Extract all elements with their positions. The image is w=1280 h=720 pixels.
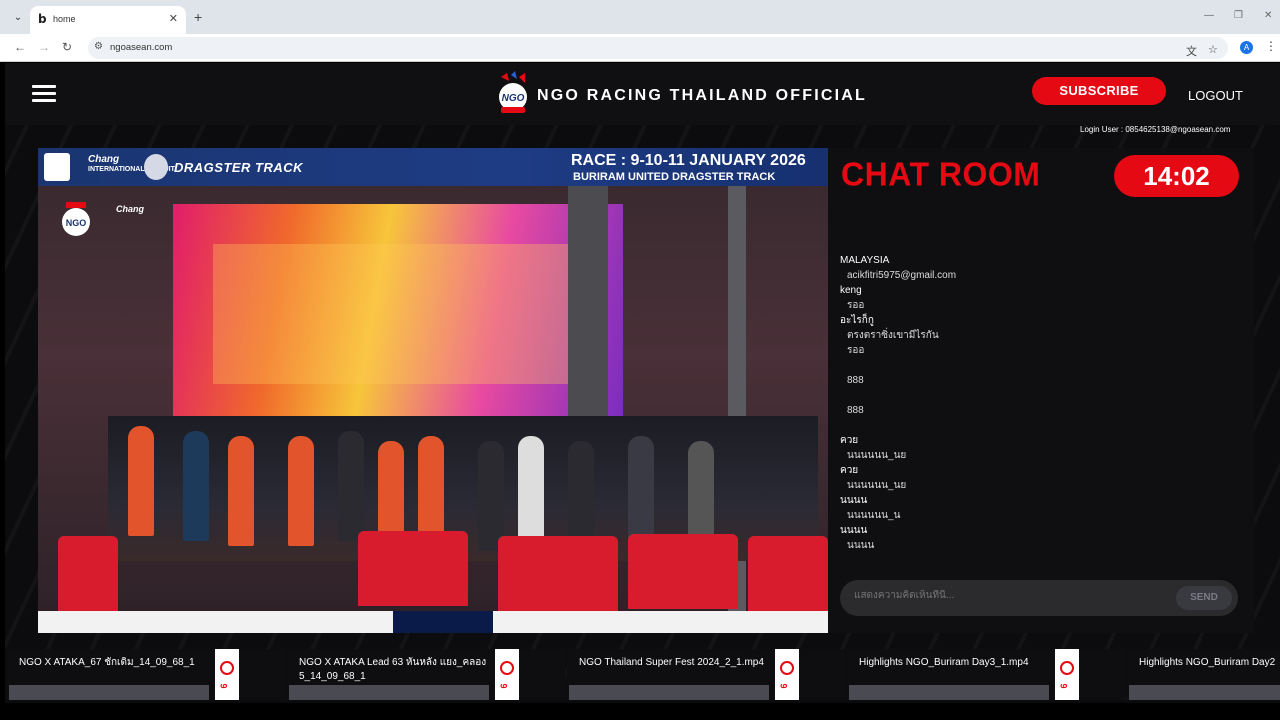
- subscribe-button[interactable]: SUBSCRIBE: [1032, 77, 1166, 105]
- video-frame: NGO Chang: [38, 186, 828, 611]
- video-card[interactable]: NGO X ATAKA Lead 63 หันหลัง แยง_คลอง 5_1…: [287, 649, 565, 700]
- site-header: NGO NGO RACING THAILAND OFFICIAL SUBSCRI…: [5, 63, 1280, 125]
- chat-username: [840, 358, 1240, 373]
- translate-icon[interactable]: 文: [1186, 43, 1197, 59]
- video-thumbnail: [289, 685, 489, 700]
- chat-message: นนนนนน_นย: [847, 480, 907, 491]
- chat-username: [840, 388, 1240, 403]
- chat-message: นนนน: [847, 540, 875, 551]
- minimize-icon[interactable]: —: [1204, 10, 1214, 21]
- alarm-clock-icon: [500, 661, 514, 675]
- chat-username: อะไรก็กู: [840, 315, 874, 326]
- video-card-title: Highlights NGO_Buriram Day3_1.mp4: [859, 657, 1029, 668]
- url-text: ngoasean.com: [110, 42, 173, 53]
- sponsor-bar: [38, 611, 828, 633]
- chat-username: [840, 418, 1240, 433]
- chat-message: 888: [847, 405, 864, 416]
- forward-arrow-icon[interactable]: →: [38, 40, 50, 54]
- profile-avatar[interactable]: A: [1240, 41, 1253, 54]
- video-card[interactable]: Highlights NGO_Buriram Day3_1.mp4 9: [847, 649, 1125, 700]
- new-tab-button[interactable]: +: [194, 9, 202, 25]
- chat-title: CHAT ROOM: [841, 155, 1041, 193]
- countdown-timer: 14:02: [1114, 155, 1239, 197]
- video-card-title: Highlights NGO_Buriram Day2: [1139, 657, 1276, 668]
- address-bar[interactable]: ⚙ ngoasean.com 文 ☆: [88, 37, 1228, 59]
- window-close-icon[interactable]: ✕: [1264, 10, 1272, 21]
- maximize-icon[interactable]: ❐: [1234, 10, 1243, 21]
- chat-message: ตรงตราซิ่งเขามีไรกัน: [847, 330, 939, 341]
- browser-menu-icon[interactable]: ⋮: [1265, 39, 1277, 53]
- chat-username: keng: [840, 285, 862, 296]
- chat-comment-input[interactable]: [854, 590, 1154, 601]
- bookmark-star-icon[interactable]: ☆: [1208, 43, 1218, 56]
- favicon-icon: b: [38, 12, 47, 26]
- back-arrow-icon[interactable]: ←: [14, 40, 26, 54]
- chat-message: นนนนนน_น: [847, 510, 901, 521]
- video-thumbnail: [1129, 685, 1280, 700]
- video-card[interactable]: Highlights NGO_Buriram Day2: [1127, 649, 1280, 700]
- chat-message: รออ: [847, 345, 865, 356]
- video-card-title: NGO X ATAKA_67 ชักเดิม_14_09_68_1: [19, 657, 195, 668]
- chat-message: acikfitri5975@gmail.com: [847, 270, 957, 281]
- send-button[interactable]: SEND: [1176, 586, 1232, 610]
- tab-title: home: [53, 14, 76, 24]
- ngo-logo[interactable]: NGO: [495, 71, 531, 117]
- video-thumbnail: [569, 685, 769, 700]
- card-side-tab: 9: [495, 649, 519, 700]
- chat-room-panel: CHAT ROOM 14:02 MALAYSIA acikfitri5975@g…: [828, 148, 1254, 633]
- chat-username: นนนน: [840, 525, 868, 536]
- site-info-icon[interactable]: ⚙: [94, 41, 103, 52]
- card-side-tab: 9: [215, 649, 239, 700]
- chat-input-box: SEND: [840, 580, 1238, 616]
- led-screen: [173, 204, 623, 419]
- card-side-tab: 9: [1055, 649, 1079, 700]
- screen-bottom-edge: [0, 703, 1280, 720]
- alarm-clock-icon: [220, 661, 234, 675]
- site-title: NGO RACING THAILAND OFFICIAL: [537, 87, 868, 104]
- video-thumbnail: [9, 685, 209, 700]
- circuit-logo: [44, 153, 70, 181]
- video-card[interactable]: NGO Thailand Super Fest 2024_2_1.mp4 9: [567, 649, 845, 700]
- chat-message-list: MALAYSIA acikfitri5975@gmail.com keng รอ…: [840, 253, 1240, 553]
- browser-tab-home[interactable]: b home ✕: [30, 6, 186, 34]
- logout-link[interactable]: LOGOUT: [1188, 88, 1243, 103]
- svg-text:NGO: NGO: [66, 218, 87, 228]
- alarm-clock-icon: [1060, 661, 1074, 675]
- browser-toolbar: ← → ↻ ⚙ ngoasean.com 文 ☆ A ⋮: [0, 34, 1280, 62]
- hamburger-menu-icon[interactable]: [32, 85, 56, 103]
- chat-username: ควย: [840, 465, 859, 476]
- video-thumbnail: [849, 685, 1049, 700]
- chat-username: ควย: [840, 435, 859, 446]
- chat-message: รออ: [847, 300, 865, 311]
- race-subtitle: BURIRAM UNITED DRAGSTER TRACK: [573, 171, 776, 183]
- video-carousel: NGO X ATAKA_67 ชักเดิม_14_09_68_1 9 NGO …: [5, 646, 1280, 703]
- tab-search-chevron-icon[interactable]: ⌄: [10, 10, 26, 26]
- video-overlay-brand: Chang: [116, 204, 144, 214]
- race-title: RACE : 9-10-11 JANUARY 2026: [571, 152, 806, 169]
- chat-message: 888: [847, 375, 864, 386]
- chat-message: นนนนนน_นย: [847, 450, 907, 461]
- login-user-info: Login User : 0854625138@ngoasean.com: [1080, 125, 1231, 134]
- video-card[interactable]: NGO X ATAKA_67 ชักเดิม_14_09_68_1 9: [7, 649, 285, 700]
- svg-text:NGO: NGO: [502, 93, 525, 104]
- video-watermark-logo: NGO: [62, 202, 90, 236]
- reload-icon[interactable]: ↻: [62, 40, 72, 54]
- video-card-title: NGO Thailand Super Fest 2024_2_1.mp4: [579, 657, 764, 668]
- chat-username: MALAYSIA: [840, 255, 890, 266]
- banner-track: DRAGSTER TRACK: [174, 160, 304, 175]
- video-banner: Chang INTERNATIONAL CIRCUIT DRAGSTER TRAC…: [38, 148, 828, 186]
- close-tab-icon[interactable]: ✕: [169, 12, 178, 25]
- alarm-clock-icon: [780, 661, 794, 675]
- card-side-tab: 9: [775, 649, 799, 700]
- chat-username: นนนน: [840, 495, 868, 506]
- site-page: NGO NGO RACING THAILAND OFFICIAL SUBSCRI…: [5, 63, 1280, 703]
- live-video-player[interactable]: Chang INTERNATIONAL CIRCUIT DRAGSTER TRAC…: [38, 148, 828, 633]
- buriram-badge: [144, 154, 168, 180]
- browser-tab-bar: ⌄ b home ✕ + — ❐ ✕: [0, 0, 1280, 34]
- video-card-title: NGO X ATAKA Lead 63 หันหลัง แยง_คลอง 5_1…: [299, 657, 487, 682]
